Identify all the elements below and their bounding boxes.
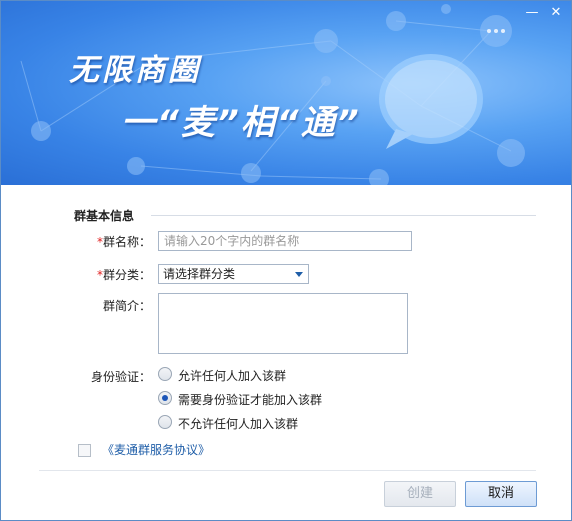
create-button[interactable]: 创建 — [384, 481, 456, 507]
agreement-link[interactable]: 《麦通群服务协议》 — [102, 441, 210, 458]
group-name-input[interactable]: 请输入20个字内的群名称 — [158, 231, 412, 251]
slogan-line2: 一“麦”相“通” — [121, 103, 361, 143]
radio-require-verification[interactable] — [158, 391, 172, 405]
section-title: 群基本信息 — [74, 209, 135, 223]
group-category-select[interactable]: 请选择群分类 — [158, 264, 309, 284]
group-name-placeholder: 请输入20个字内的群名称 — [164, 234, 300, 248]
form-area: 群基本信息 *群名称： 请输入20个字内的群名称 *群分类： 请选择群分类 群简… — [1, 185, 571, 520]
agreement-checkbox[interactable] — [78, 444, 91, 457]
section-divider — [151, 215, 536, 216]
cancel-button[interactable]: 取消 — [465, 481, 537, 507]
group-category-value: 请选择群分类 — [163, 267, 236, 281]
verification-label: 身份验证： — [90, 370, 151, 384]
radio-allow-none-label[interactable]: 不允许任何人加入该群 — [178, 415, 298, 432]
footer-divider — [39, 470, 536, 471]
group-category-label: 群分类： — [102, 268, 151, 282]
slogan-line1: 无限商圈 — [69, 53, 201, 88]
chevron-down-icon — [295, 272, 303, 277]
group-intro-textarea[interactable] — [158, 293, 408, 354]
radio-allow-anyone-label[interactable]: 允许任何人加入该群 — [178, 367, 286, 384]
network-background — [20, 4, 525, 185]
radio-require-verification-label[interactable]: 需要身份验证才能加入该群 — [178, 391, 322, 408]
group-name-label-wrap: *群名称： — [71, 233, 151, 250]
banner: 无限商圈 一“麦”相“通” — ✕ — [1, 1, 571, 185]
radio-allow-anyone[interactable] — [158, 367, 172, 381]
radio-allow-none[interactable] — [158, 415, 172, 429]
minimize-button[interactable]: — — [521, 5, 543, 21]
group-name-label: 群名称： — [102, 235, 151, 249]
group-category-label-wrap: *群分类： — [71, 266, 151, 283]
close-button[interactable]: ✕ — [545, 5, 567, 21]
create-group-dialog: 无限商圈 一“麦”相“通” — ✕ 群基本信息 *群名称： 请输入20个字内的群… — [0, 0, 572, 521]
group-intro-label: 群简介： — [102, 299, 151, 313]
